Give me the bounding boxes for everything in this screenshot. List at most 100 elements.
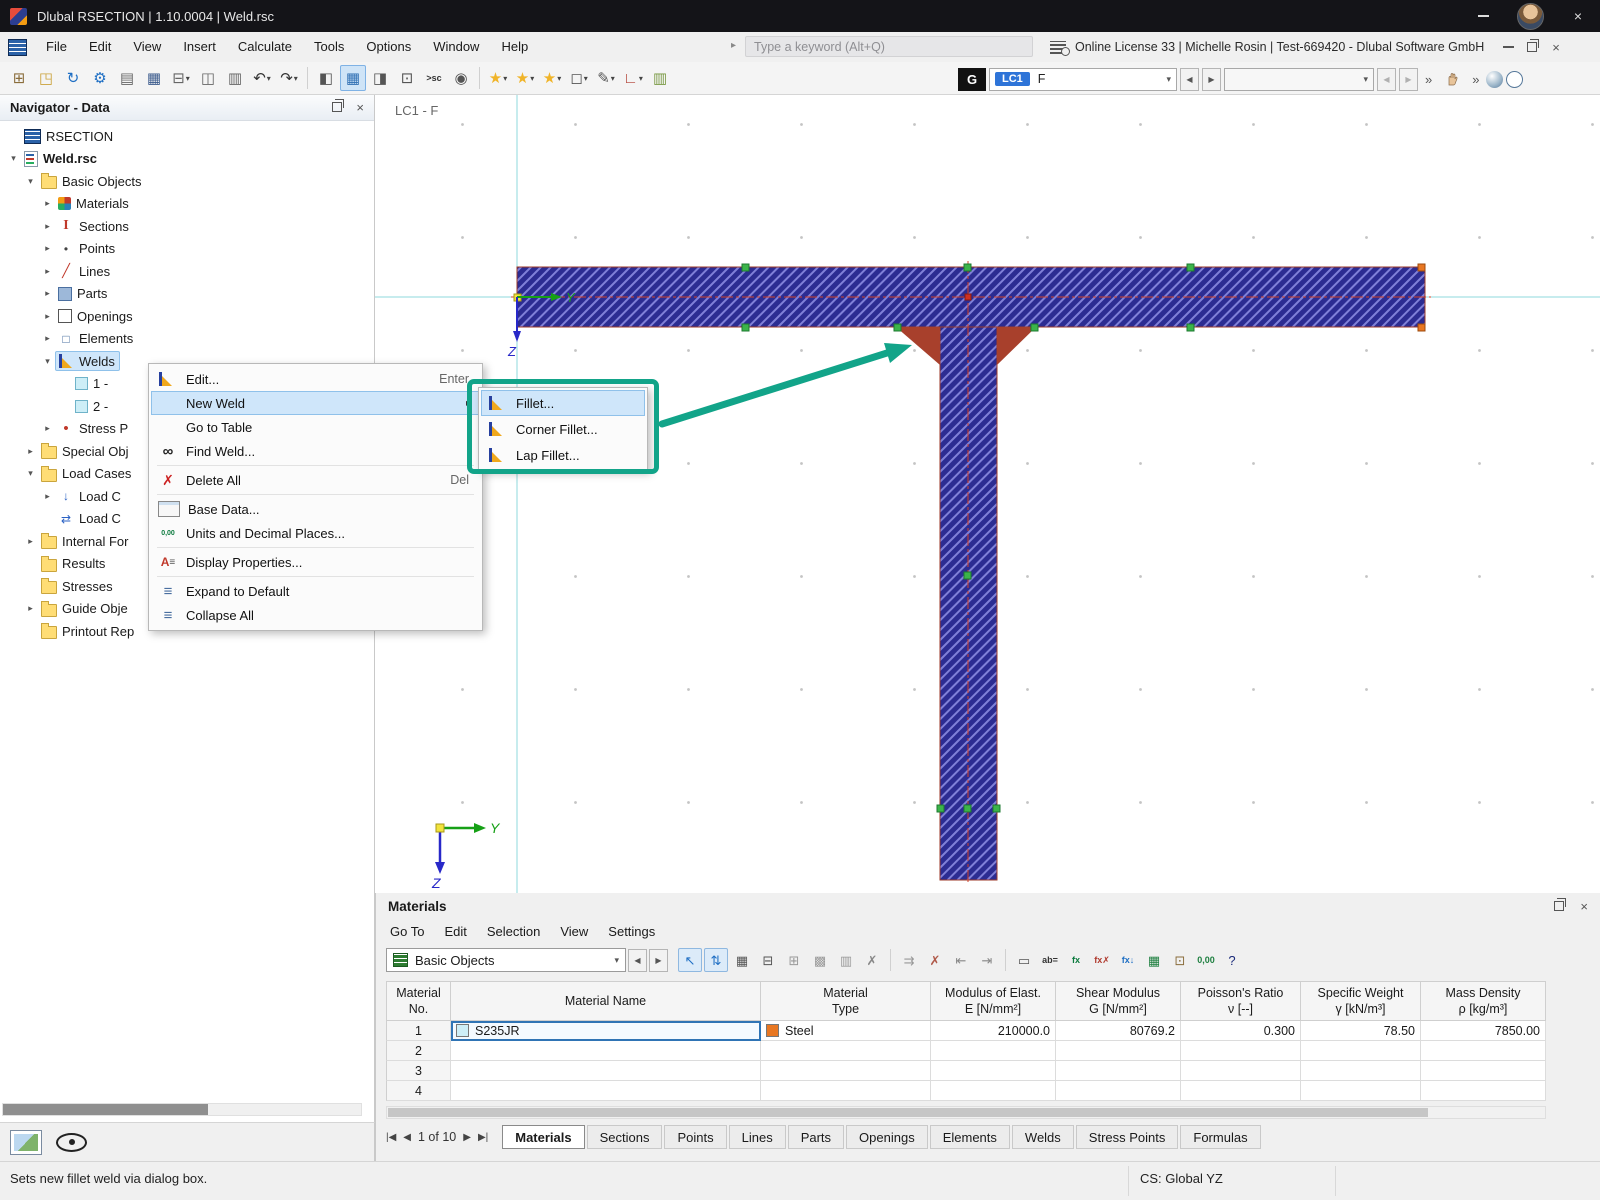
value-cell[interactable] bbox=[1421, 1061, 1546, 1081]
menu-options[interactable]: Options bbox=[355, 32, 422, 62]
section-profile-icon[interactable]: ∟▾ bbox=[620, 65, 646, 91]
expand-arrow-icon[interactable]: ▾ bbox=[23, 468, 38, 479]
material-name-cell[interactable] bbox=[451, 1041, 761, 1061]
material-type-cell[interactable] bbox=[761, 1041, 931, 1061]
table-settings-icon[interactable]: ▦ bbox=[730, 948, 754, 972]
float-table-icon[interactable] bbox=[1554, 899, 1564, 914]
excel-export-icon[interactable]: ▦ bbox=[1142, 948, 1166, 972]
expand-arrow-icon[interactable]: ▸ bbox=[23, 446, 38, 457]
menu-help[interactable]: Help bbox=[490, 32, 539, 62]
print-icon[interactable]: ⊟▾ bbox=[168, 65, 194, 91]
table-row[interactable]: 2 bbox=[386, 1041, 1546, 1061]
sync-selection-icon[interactable]: ⇅ bbox=[704, 948, 728, 972]
context-menu-item-collapse-all[interactable]: Collapse All bbox=[151, 603, 480, 627]
context-menu-item-find-weld[interactable]: Find Weld... bbox=[151, 439, 480, 463]
menu-calculate[interactable]: Calculate bbox=[227, 32, 303, 62]
tab-stress-points[interactable]: Stress Points bbox=[1076, 1125, 1179, 1149]
fill-pattern-icon[interactable]: ▩ bbox=[808, 948, 832, 972]
context-menu-item-go-to-table[interactable]: Go to Table bbox=[151, 415, 480, 439]
previous-item-button[interactable]: ◀ bbox=[1377, 68, 1396, 91]
expand-arrow-icon[interactable]: ▸ bbox=[23, 603, 38, 614]
help-icon[interactable]: ? bbox=[1220, 948, 1244, 972]
window-close-icon[interactable]: × bbox=[1544, 32, 1568, 62]
next-load-case-button[interactable]: ▶ bbox=[1202, 68, 1221, 91]
tree-item-openings[interactable]: ▸Openings bbox=[0, 305, 374, 328]
graphics-area[interactable]: Y Z Y Z LC1 - F bbox=[375, 95, 1600, 893]
scrollbar-thumb[interactable] bbox=[3, 1104, 208, 1115]
edit-object-icon[interactable]: ★▾ bbox=[512, 65, 538, 91]
value-cell[interactable] bbox=[931, 1041, 1056, 1061]
view-model-icon[interactable]: ◧ bbox=[313, 65, 339, 91]
select-in-graphic-icon[interactable]: ↖ bbox=[678, 948, 702, 972]
expand-arrow-icon[interactable]: ▸ bbox=[40, 243, 55, 254]
close-table-icon[interactable]: × bbox=[1580, 899, 1588, 914]
copy-icon[interactable]: ◫ bbox=[195, 65, 221, 91]
pan-hand-icon[interactable] bbox=[1439, 66, 1465, 92]
notes-icon[interactable]: ▥ bbox=[222, 65, 248, 91]
junction-point[interactable] bbox=[965, 294, 971, 300]
expand-arrow-icon[interactable]: ▸ bbox=[40, 311, 55, 322]
view-script-icon[interactable]: ⊡ bbox=[394, 65, 420, 91]
keyword-search-input[interactable] bbox=[745, 36, 1033, 57]
expand-arrow-icon[interactable]: ▸ bbox=[40, 198, 55, 209]
context-menu-item-delete-all[interactable]: Delete AllDel bbox=[151, 468, 480, 492]
context-menu-item-base-data[interactable]: Base Data... bbox=[151, 497, 480, 521]
materials-menu-selection[interactable]: Selection bbox=[477, 924, 550, 939]
menu-view[interactable]: View bbox=[122, 32, 172, 62]
formula-import-icon[interactable]: fx↓ bbox=[1116, 948, 1140, 972]
copy-row-icon[interactable]: ⇉ bbox=[897, 948, 921, 972]
expand-arrow-icon[interactable]: ▸ bbox=[40, 266, 55, 277]
materials-menu-edit[interactable]: Edit bbox=[434, 924, 476, 939]
close-panel-icon[interactable]: × bbox=[356, 100, 364, 115]
column-header-modulus-of-elast[interactable]: Modulus of Elast.E [N/mm²] bbox=[931, 981, 1056, 1021]
tree-item-sections[interactable]: ▸Sections bbox=[0, 215, 374, 238]
value-cell[interactable] bbox=[1301, 1041, 1421, 1061]
close-button[interactable]: × bbox=[1556, 0, 1600, 32]
value-cell[interactable] bbox=[1056, 1041, 1181, 1061]
formula-icon[interactable]: fx bbox=[1064, 948, 1088, 972]
expand-arrow-icon[interactable]: ▸ bbox=[23, 536, 38, 547]
tab-lines[interactable]: Lines bbox=[729, 1125, 786, 1149]
value-cell[interactable] bbox=[931, 1061, 1056, 1081]
column-header-material-name[interactable]: Material Name bbox=[451, 981, 761, 1021]
activate-object-icon[interactable]: ★▾ bbox=[539, 65, 565, 91]
tree-item-materials[interactable]: ▸Materials bbox=[0, 193, 374, 216]
column-header-mass-density[interactable]: Mass Densityρ [kg/m³] bbox=[1421, 981, 1546, 1021]
window-minimize-icon[interactable] bbox=[1496, 32, 1520, 62]
material-name-cell[interactable] bbox=[451, 1061, 761, 1081]
material-type-cell[interactable] bbox=[761, 1081, 931, 1101]
expand-arrow-icon[interactable]: ▸ bbox=[40, 288, 55, 299]
previous-table-button[interactable]: ◀ bbox=[628, 949, 647, 972]
new-object-icon[interactable]: ★▾ bbox=[485, 65, 511, 91]
tree-item-basic-objects[interactable]: ▾Basic Objects bbox=[0, 170, 374, 193]
user-avatar[interactable] bbox=[1517, 3, 1544, 30]
sc-console-icon[interactable]: >sc bbox=[421, 65, 447, 91]
tab-formulas[interactable]: Formulas bbox=[1180, 1125, 1260, 1149]
clear-table-icon[interactable]: ✗ bbox=[860, 948, 884, 972]
expand-arrow-icon[interactable]: ▸ bbox=[40, 423, 55, 434]
export-table-icon[interactable]: ⇥ bbox=[975, 948, 999, 972]
tab-parts[interactable]: Parts bbox=[788, 1125, 844, 1149]
render-solid-icon[interactable] bbox=[1486, 71, 1503, 88]
printout-report-icon[interactable]: ▤ bbox=[114, 65, 140, 91]
tree-item-weld-rsc[interactable]: ▾Weld.rsc bbox=[0, 148, 374, 171]
columns-icon[interactable]: ▥ bbox=[834, 948, 858, 972]
value-cell[interactable]: 78.50 bbox=[1301, 1021, 1421, 1041]
tab-welds[interactable]: Welds bbox=[1012, 1125, 1074, 1149]
materials-menu-go-to[interactable]: Go To bbox=[380, 924, 434, 939]
tab-materials[interactable]: Materials bbox=[502, 1125, 584, 1149]
value-cell[interactable] bbox=[1056, 1061, 1181, 1081]
value-cell[interactable]: 210000.0 bbox=[931, 1021, 1056, 1041]
value-cell[interactable] bbox=[1181, 1061, 1301, 1081]
expand-arrow-icon[interactable]: ▸ bbox=[40, 333, 55, 344]
expand-arrow-icon[interactable]: ▾ bbox=[6, 153, 21, 164]
diagram-icon[interactable]: ▥ bbox=[647, 65, 673, 91]
expand-arrow-icon[interactable]: ▾ bbox=[40, 356, 55, 367]
next-table-button[interactable]: ▶ bbox=[649, 949, 668, 972]
column-header-shear-modulus[interactable]: Shear ModulusG [N/mm²] bbox=[1056, 981, 1181, 1021]
menu-tools[interactable]: Tools bbox=[303, 32, 355, 62]
search-collapse-icon[interactable]: ▸ bbox=[731, 40, 736, 51]
app-grid-icon[interactable] bbox=[8, 39, 27, 56]
bim-sync-icon[interactable]: ↻ bbox=[60, 65, 86, 91]
previous-load-case-button[interactable]: ◀ bbox=[1180, 68, 1199, 91]
